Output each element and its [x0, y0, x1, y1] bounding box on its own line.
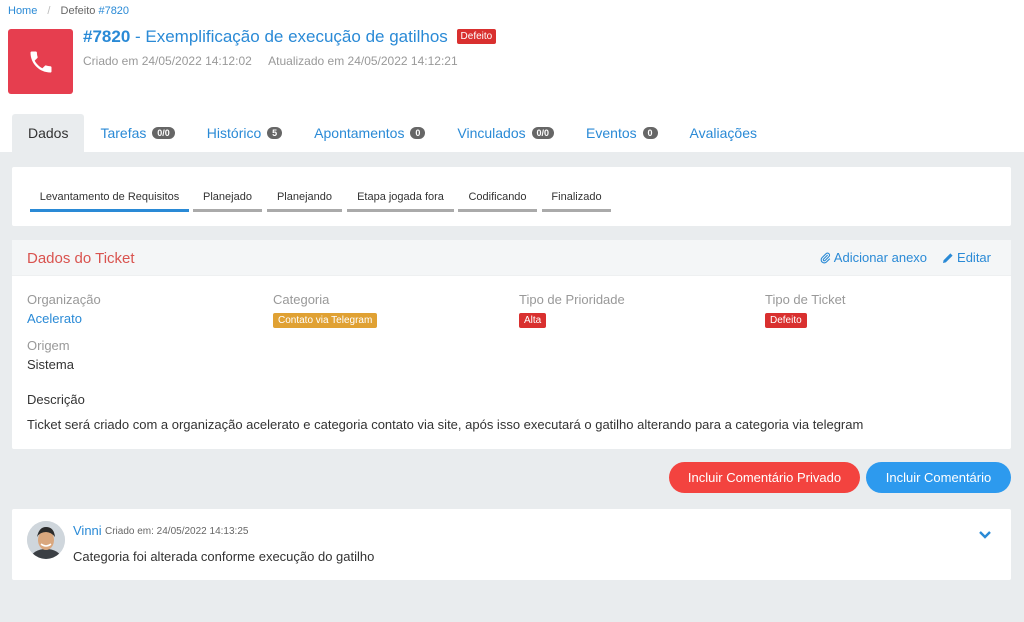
add-comment-button[interactable]: Incluir Comentário [866, 462, 1011, 493]
tab-count-badge: 0/0 [531, 127, 555, 139]
tab-count-badge: 0 [410, 127, 426, 139]
comment-author[interactable]: Vinni [73, 523, 102, 538]
updated-date: Atualizado em 24/05/2022 14:12:21 [268, 54, 458, 68]
description-label: Descrição [27, 392, 85, 407]
breadcrumb: Home / Defeito #7820 [8, 5, 129, 17]
tab-apontamentos[interactable]: Apontamentos 0 [298, 114, 441, 152]
ticket-type-phone-icon [8, 29, 73, 94]
breadcrumb-home[interactable]: Home [8, 5, 37, 17]
comment-text: Categoria foi alterada conforme execução… [73, 549, 375, 564]
ticket-dates: Criado em 24/05/2022 14:12:02 Atualizado… [83, 54, 458, 68]
add-attachment-label: Adicionar anexo [833, 250, 928, 265]
ticket-title: #7820 - Exemplificação de execução de ga… [83, 27, 497, 47]
stage-finalizado[interactable]: Finalizado [542, 191, 611, 212]
tab-eventos[interactable]: Eventos 0 [570, 114, 674, 152]
tab-historico[interactable]: Histórico 5 [191, 114, 298, 152]
tab-tarefas[interactable]: Tarefas 0/0 [84, 114, 190, 152]
workflow-stages: Levantamento de Requisitos Planejado Pla… [12, 167, 1011, 226]
organization-label: Organização [27, 292, 101, 307]
ticket-number: #7820 [83, 27, 131, 46]
tab-count-badge: 5 [267, 127, 283, 139]
tab-dados[interactable]: Dados [12, 114, 85, 152]
ticket-tabs: Dados Tarefas 0/0 Histórico 5 Apontament… [12, 114, 773, 152]
add-attachment-link[interactable]: Adicionar anexo [820, 250, 927, 265]
edit-link[interactable]: Editar [942, 250, 991, 265]
phone-icon [30, 51, 51, 72]
ticket-title-text: - Exemplificação de execução de gatilhos [130, 27, 448, 46]
origin-value: Sistema [27, 357, 74, 372]
origin-label: Origem [27, 338, 70, 353]
tab-label: Vinculados [457, 125, 526, 141]
priority-badge: Alta [519, 313, 547, 328]
tab-label: Tarefas [100, 125, 147, 141]
pencil-icon [943, 252, 953, 263]
breadcrumb-current-id[interactable]: #7820 [98, 5, 129, 17]
stage-codificando[interactable]: Codificando [458, 191, 537, 212]
stage-planejando[interactable]: Planejando [267, 191, 342, 212]
tab-label: Histórico [206, 125, 262, 141]
chevron-down-icon [979, 531, 991, 539]
category-badge: Contato via Telegram [273, 313, 378, 328]
comment-date: Criado em: 24/05/2022 14:13:25 [105, 526, 249, 537]
ticket-type-value-badge: Defeito [765, 313, 807, 328]
comment-item: Vinni Criado em: 24/05/2022 14:13:25 Cat… [12, 509, 1011, 580]
panel-title: Dados do Ticket [27, 250, 135, 267]
user-avatar-icon [27, 521, 65, 559]
stage-levantamento[interactable]: Levantamento de Requisitos [30, 191, 189, 212]
tab-label: Eventos [586, 125, 637, 141]
breadcrumb-current-prefix: Defeito [60, 5, 96, 17]
stage-planejado[interactable]: Planejado [193, 191, 262, 212]
ticket-data-panel: Dados do Ticket Adicionar anexo Editar O… [12, 240, 1011, 449]
ticket-type-badge: Defeito [456, 29, 497, 44]
priority-label: Tipo de Prioridade [519, 292, 625, 307]
page-header: Home / Defeito #7820 #7820 - Exemplifica… [0, 0, 1024, 152]
tab-count-badge: 0/0 [152, 127, 175, 139]
tab-label: Avaliações [689, 125, 757, 141]
description-text: Ticket será criado com a organização ace… [27, 417, 864, 432]
avatar [27, 521, 65, 559]
organization-value-link[interactable]: Acelerato [27, 311, 82, 326]
paperclip-icon [820, 252, 830, 263]
tab-vinculados[interactable]: Vinculados 0/0 [441, 114, 570, 152]
ticket-type-label: Tipo de Ticket [765, 292, 846, 307]
tab-label: Dados [28, 125, 69, 141]
tab-label: Apontamentos [314, 125, 405, 141]
tab-avaliacoes[interactable]: Avaliações [674, 114, 773, 152]
panel-actions: Adicionar anexo Editar [820, 250, 991, 265]
edit-label: Editar [957, 250, 991, 265]
stage-etapa-jogada-fora[interactable]: Etapa jogada fora [347, 191, 454, 212]
category-label: Categoria [273, 292, 330, 307]
add-private-comment-button[interactable]: Incluir Comentário Privado [669, 462, 860, 493]
tab-count-badge: 0 [642, 127, 658, 139]
panel-header: Dados do Ticket Adicionar anexo Editar [12, 240, 1011, 276]
expand-comment-button[interactable] [978, 527, 992, 545]
created-date: Criado em 24/05/2022 14:12:02 [83, 54, 252, 68]
breadcrumb-separator: / [47, 5, 51, 17]
